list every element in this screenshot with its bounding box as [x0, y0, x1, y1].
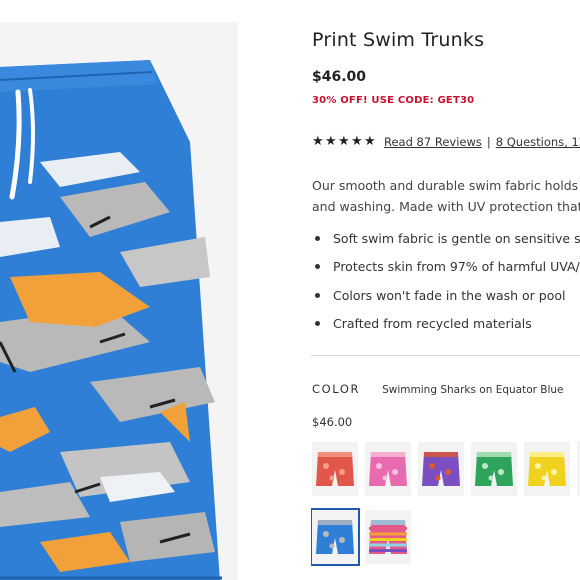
feature-item: Colors won't fade in the wash or pool [312, 281, 580, 310]
swatch-yellow-print[interactable] [524, 442, 570, 496]
star-icon: ★ [312, 134, 324, 149]
feature-list: Soft swim fabric is gentle on sensitive … [312, 224, 580, 338]
feature-item: Crafted from recycled materials [312, 310, 580, 339]
star-icon: ★ [364, 134, 376, 149]
star-icon: ★ [338, 134, 350, 149]
rating-row: ★ ★ ★ ★ ★ Read 87 Reviews | 8 Questions,… [312, 135, 580, 149]
swatch-coral-print[interactable] [312, 442, 358, 496]
feature-text: Soft swim fabric is gentle on sensitive … [333, 230, 580, 246]
swatch-pink-print[interactable] [365, 442, 411, 496]
feature-text: Colors won't fade in the wash or pool [333, 287, 566, 303]
swatch-3 [471, 442, 517, 496]
swatch-6 [312, 510, 358, 564]
swatch-4 [524, 442, 570, 496]
swatch-shark-blue-print[interactable] [311, 508, 360, 566]
star-icon: ★ [325, 134, 337, 149]
swatch-7 [365, 510, 411, 564]
bullet-icon [315, 235, 320, 241]
rating-stars[interactable]: ★ ★ ★ ★ ★ [312, 134, 376, 149]
product-image[interactable] [0, 22, 238, 580]
bullet-icon [315, 264, 320, 270]
color-label: COLOR [312, 382, 361, 396]
swatch-purple-print[interactable] [418, 442, 464, 496]
product-title: Print Swim Trunks [312, 29, 485, 51]
bullet-icon [315, 292, 320, 298]
product-price: $46.00 [312, 69, 367, 85]
section-divider [311, 355, 580, 356]
selected-color-name: Swimming Sharks on Equator Blue [382, 384, 564, 396]
swatch-0 [312, 442, 358, 496]
product-description: Our smooth and durable swim fabric holds… [312, 175, 580, 217]
color-selector-header: COLOR Swimming Sharks on Equator Blue [312, 382, 564, 396]
swatch-1 [365, 442, 411, 496]
star-icon: ★ [351, 134, 363, 149]
description-line: and washing. Made with UV protection tha… [312, 199, 580, 214]
swim-trunks-illustration [0, 22, 238, 580]
swatch-2 [418, 442, 464, 496]
promo-text: 30% OFF! USE CODE: GET30 [312, 95, 475, 106]
questions-link[interactable]: 8 Questions, 12 [496, 135, 580, 149]
feature-item: Protects skin from 97% of harmful UVA/U [312, 253, 580, 282]
reviews-link[interactable]: Read 87 Reviews [384, 135, 482, 149]
separator: | [486, 135, 491, 149]
feature-text: Protects skin from 97% of harmful UVA/U [333, 259, 580, 275]
bullet-icon [315, 321, 320, 327]
swatch-green-print[interactable] [471, 442, 517, 496]
feature-item: Soft swim fabric is gentle on sensitive … [312, 224, 580, 253]
color-price: $46.00 [312, 415, 353, 429]
swatch-rainbow-stripe[interactable] [365, 510, 411, 564]
product-info: Print Swim Trunks $46.00 30% OFF! USE CO… [311, 0, 580, 580]
description-line: Our smooth and durable swim fabric holds… [312, 178, 580, 193]
feature-text: Crafted from recycled materials [333, 316, 532, 332]
